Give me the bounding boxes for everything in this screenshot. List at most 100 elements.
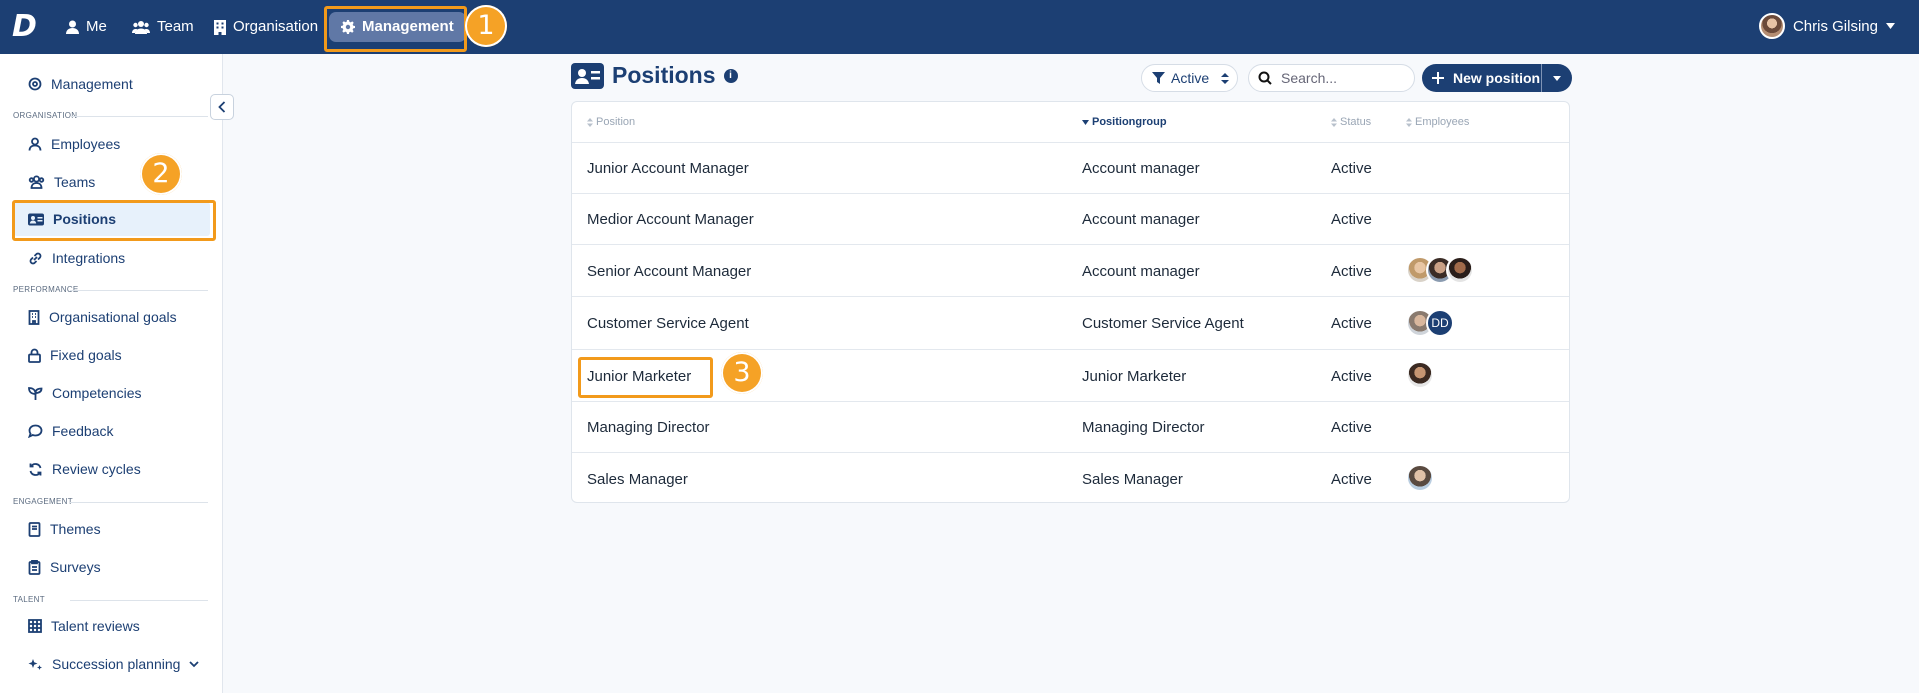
avatar-initials[interactable]: DD: [1426, 309, 1454, 337]
sidebar-item-positions[interactable]: Positions: [28, 208, 116, 230]
users-icon: [28, 175, 45, 189]
caret-down-icon: [1553, 75, 1562, 81]
app-logo[interactable]: D: [12, 12, 42, 42]
sidebar-item-succession-planning[interactable]: Succession planning: [28, 653, 200, 675]
cell-positiongroup: Junior Marketer: [1082, 368, 1187, 385]
sidebar-item-label: Employees: [51, 136, 121, 152]
sidebar-item-label: Review cycles: [52, 461, 141, 477]
table-row[interactable]: Medior Account Manager Account manager A…: [572, 193, 1569, 245]
sidebar-item-talent-reviews[interactable]: Talent reviews: [28, 615, 140, 637]
sidebar-item-employees[interactable]: Employees: [28, 133, 120, 155]
column-header-status[interactable]: Status: [1331, 116, 1371, 128]
sidebar-item-management[interactable]: Management: [28, 73, 133, 95]
cell-status: Active: [1331, 368, 1372, 385]
nav-me[interactable]: Me: [66, 14, 107, 40]
column-header-employees[interactable]: Employees: [1406, 116, 1469, 128]
caret-down-icon: [1886, 23, 1895, 29]
avatar[interactable]: [1406, 464, 1434, 492]
sidebar-item-label: Talent reviews: [51, 618, 140, 634]
search-box[interactable]: [1248, 64, 1415, 92]
refresh-icon: [29, 462, 42, 476]
person-icon: [28, 137, 42, 151]
chevron-left-icon: [218, 101, 226, 113]
cell-position: Customer Service Agent: [587, 315, 749, 332]
sidebar-item-themes[interactable]: Themes: [28, 518, 101, 540]
sidebar-item-label: Teams: [54, 174, 96, 190]
sparkles-icon: [28, 658, 42, 670]
table-row[interactable]: Customer Service Agent Customer Service …: [572, 296, 1569, 350]
cell-status: Active: [1331, 471, 1372, 488]
callout-badge-3: 3: [721, 352, 763, 394]
filter-icon: [1152, 72, 1165, 84]
sidebar-item-integrations[interactable]: Integrations: [28, 247, 125, 269]
speech-bubble-icon: [28, 424, 43, 438]
page-title: Positions: [612, 62, 716, 88]
nav-organisation[interactable]: Organisation: [214, 14, 318, 40]
new-position-button[interactable]: New position: [1422, 64, 1541, 92]
employee-avatars: [1406, 464, 1434, 492]
clipboard-icon: [28, 559, 41, 575]
user-menu[interactable]: Chris Gilsing: [1758, 13, 1895, 39]
status-filter[interactable]: Active: [1141, 64, 1238, 92]
divider: [70, 502, 208, 503]
cell-status: Active: [1331, 315, 1372, 332]
grid-icon: [28, 619, 42, 633]
sidebar-section-engagement: Engagement: [13, 497, 73, 506]
sort-icon: [1331, 117, 1337, 127]
gear-icon: [341, 20, 355, 34]
sidebar-item-teams[interactable]: Teams: [28, 171, 95, 193]
info-icon[interactable]: i: [723, 68, 738, 83]
person-icon: [66, 20, 79, 34]
avatar[interactable]: [1406, 361, 1434, 389]
sort-down-icon: [1082, 119, 1089, 125]
lock-icon: [28, 348, 41, 363]
plus-icon: [1432, 72, 1444, 84]
book-icon: [28, 521, 41, 537]
sidebar-item-surveys[interactable]: Surveys: [28, 556, 101, 578]
users-icon: [132, 21, 150, 34]
building-icon: [28, 309, 40, 325]
employee-avatars: [1406, 256, 1474, 284]
table-row[interactable]: Junior Account Manager Account manager A…: [572, 142, 1569, 194]
table-row[interactable]: Managing Director Managing Director Acti…: [572, 401, 1569, 453]
employee-avatars: [1406, 361, 1434, 389]
sidebar-item-label: Management: [51, 76, 133, 92]
sort-icon: [1221, 72, 1230, 84]
building-icon: [214, 19, 226, 35]
avatar[interactable]: [1446, 256, 1474, 284]
callout-badge-1: 1: [465, 5, 507, 47]
table-row[interactable]: Senior Account Manager Account manager A…: [572, 244, 1569, 297]
collapse-sidebar-button[interactable]: [210, 94, 234, 120]
cell-status: Active: [1331, 419, 1372, 436]
cell-status: Active: [1331, 160, 1372, 177]
sidebar-section-organisation: Organisation: [13, 111, 78, 120]
sidebar-item-label: Surveys: [50, 559, 101, 575]
nav-team-label: Team: [157, 18, 194, 35]
employee-avatars: DD: [1406, 309, 1454, 337]
sidebar-item-label: Feedback: [52, 423, 114, 439]
sidebar-item-label: Succession planning: [52, 656, 181, 672]
sidebar-item-fixed-goals[interactable]: Fixed goals: [28, 344, 122, 366]
nav-team[interactable]: Team: [132, 14, 194, 40]
table-row[interactable]: Sales Manager Sales Manager Active: [572, 452, 1569, 503]
cell-position: Managing Director: [587, 419, 710, 436]
sidebar-section-talent: Talent: [13, 595, 45, 604]
cell-position: Junior Account Manager: [587, 160, 749, 177]
sidebar-item-review-cycles[interactable]: Review cycles: [28, 458, 141, 480]
column-header-position[interactable]: Position: [587, 116, 635, 128]
search-input[interactable]: [1279, 69, 1403, 87]
link-icon: [29, 252, 42, 264]
sidebar-item-feedback[interactable]: Feedback: [28, 420, 113, 442]
sidebar-item-organisational-goals[interactable]: Organisational goals: [28, 306, 177, 328]
id-card-icon: [571, 62, 604, 89]
column-header-positiongroup[interactable]: Positiongroup: [1082, 116, 1167, 128]
cell-positiongroup: Customer Service Agent: [1082, 315, 1244, 332]
id-card-icon: [28, 213, 44, 225]
new-position-dropdown-button[interactable]: [1542, 64, 1572, 92]
nav-organisation-label: Organisation: [233, 18, 319, 35]
page-header: Positions i: [571, 62, 738, 89]
nav-management[interactable]: Management: [329, 12, 466, 42]
cell-status: Active: [1331, 211, 1372, 228]
sidebar-item-competencies[interactable]: Competencies: [28, 382, 142, 404]
divider: [70, 290, 208, 291]
